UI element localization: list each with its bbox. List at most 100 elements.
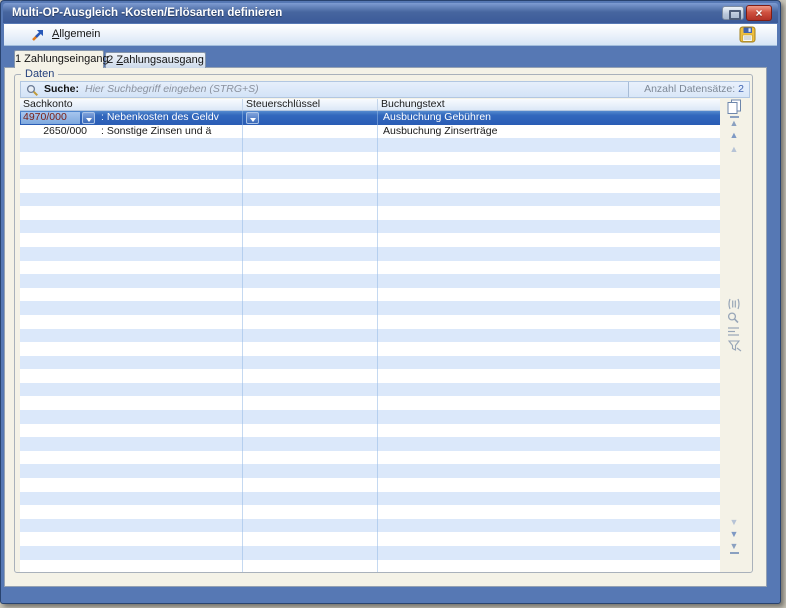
buchungstext-cell[interactable] xyxy=(378,288,720,302)
steuerschluessel-cell[interactable] xyxy=(243,424,378,438)
buchungstext-cell[interactable] xyxy=(378,152,720,166)
sachkonto-cell[interactable] xyxy=(20,233,243,247)
save-button[interactable] xyxy=(739,26,756,43)
steuerschluessel-cell[interactable] xyxy=(243,505,378,519)
search-bar[interactable]: Suche: Hier Suchbegriff eingeben (STRG+S… xyxy=(20,81,750,98)
buchungstext-cell[interactable] xyxy=(378,206,720,220)
steuerschluessel-cell[interactable] xyxy=(243,247,378,261)
sum-rows-icon[interactable] xyxy=(726,326,742,337)
buchungstext-cell[interactable] xyxy=(378,560,720,572)
buchungstext-cell[interactable] xyxy=(378,383,720,397)
table-row-empty[interactable] xyxy=(20,329,720,343)
steuerschluessel-cell[interactable] xyxy=(243,315,378,329)
table-row-empty[interactable] xyxy=(20,505,720,519)
table-row-empty[interactable] xyxy=(20,410,720,424)
buchungstext-cell[interactable] xyxy=(378,478,720,492)
table-row-empty[interactable] xyxy=(20,193,720,207)
table-row-empty[interactable] xyxy=(20,532,720,546)
table-row-empty[interactable] xyxy=(20,369,720,383)
steuerschluessel-cell[interactable] xyxy=(243,532,378,546)
account-combo-editor[interactable]: 4970/000 xyxy=(21,112,80,124)
table-row[interactable]: 4970/000: Nebenkosten des GeldvAusbuchun… xyxy=(20,111,720,125)
allgemein-button[interactable]: Allgemein xyxy=(52,28,100,40)
sachkonto-cell[interactable] xyxy=(20,437,243,451)
buchungstext-cell[interactable] xyxy=(378,451,720,465)
sachkonto-cell[interactable] xyxy=(20,247,243,261)
buchungstext-cell[interactable] xyxy=(378,220,720,234)
table-row-empty[interactable] xyxy=(20,519,720,533)
sachkonto-cell[interactable] xyxy=(20,288,243,302)
steuerschluessel-cell[interactable] xyxy=(243,451,378,465)
steuerschluessel-cell[interactable] xyxy=(243,492,378,506)
buchungstext-cell[interactable] xyxy=(378,179,720,193)
steuerschluessel-cell[interactable] xyxy=(243,138,378,152)
column-header-sachkonto[interactable]: Sachkonto xyxy=(20,99,243,110)
steuerschluessel-cell[interactable] xyxy=(243,519,378,533)
sachkonto-cell[interactable] xyxy=(20,274,243,288)
sachkonto-cell[interactable] xyxy=(20,451,243,465)
steuerschluessel-cell[interactable] xyxy=(243,261,378,275)
steuerschluessel-cell[interactable] xyxy=(243,464,378,478)
buchungstext-cell[interactable] xyxy=(378,329,720,343)
sachkonto-cell[interactable] xyxy=(20,492,243,506)
table-row-empty[interactable] xyxy=(20,206,720,220)
table-row-empty[interactable] xyxy=(20,383,720,397)
steuerschluessel-cell[interactable] xyxy=(243,233,378,247)
steuerschluessel-cell[interactable] xyxy=(243,193,378,207)
sachkonto-cell[interactable] xyxy=(20,179,243,193)
table-row-empty[interactable] xyxy=(20,396,720,410)
sachkonto-cell[interactable] xyxy=(20,410,243,424)
steuerschluessel-cell[interactable] xyxy=(243,165,378,179)
sachkonto-cell[interactable] xyxy=(20,356,243,370)
column-width-icon[interactable] xyxy=(726,298,742,310)
page-up-button[interactable]: ▲ xyxy=(726,145,742,154)
sachkonto-cell[interactable] xyxy=(20,464,243,478)
buchungstext-cell[interactable] xyxy=(378,519,720,533)
table-row-empty[interactable] xyxy=(20,464,720,478)
move-up-button[interactable]: ▲ xyxy=(726,131,742,140)
sachkonto-cell[interactable] xyxy=(20,261,243,275)
table-row-empty[interactable] xyxy=(20,356,720,370)
buchungstext-cell[interactable] xyxy=(378,464,720,478)
sachkonto-cell[interactable] xyxy=(20,315,243,329)
table-row-empty[interactable] xyxy=(20,138,720,152)
sachkonto-cell[interactable] xyxy=(20,478,243,492)
buchungstext-cell[interactable] xyxy=(378,396,720,410)
steuerschluessel-cell[interactable] xyxy=(243,152,378,166)
table-row-empty[interactable] xyxy=(20,301,720,315)
steuerschluessel-cell[interactable] xyxy=(243,396,378,410)
maximize-button[interactable] xyxy=(722,6,744,20)
copy-icon[interactable] xyxy=(726,99,743,115)
column-header-buchungstext[interactable]: Buchungstext xyxy=(378,99,720,110)
steuerschluessel-cell[interactable] xyxy=(243,410,378,424)
buchungstext-cell[interactable] xyxy=(378,274,720,288)
buchungstext-cell[interactable] xyxy=(378,261,720,275)
table-row-empty[interactable] xyxy=(20,478,720,492)
buchungstext-cell[interactable] xyxy=(378,546,720,560)
taxkey-dropdown-button[interactable] xyxy=(246,112,259,124)
steuerschluessel-cell[interactable] xyxy=(243,206,378,220)
sachkonto-cell[interactable] xyxy=(20,165,243,179)
table-row-empty[interactable] xyxy=(20,424,720,438)
sachkonto-cell[interactable] xyxy=(20,505,243,519)
buchungstext-cell[interactable] xyxy=(378,233,720,247)
buchungstext-cell[interactable]: Ausbuchung Zinserträge xyxy=(378,125,720,139)
table-row[interactable]: 2650/000: Sonstige Zinsen und ä Ausbuchun… xyxy=(20,125,720,139)
page-down-button[interactable]: ▼ xyxy=(726,518,742,527)
sachkonto-cell[interactable] xyxy=(20,424,243,438)
table-row-empty[interactable] xyxy=(20,233,720,247)
sachkonto-cell[interactable] xyxy=(20,138,243,152)
move-down-button[interactable]: ▼ xyxy=(726,530,742,539)
sachkonto-cell[interactable] xyxy=(20,220,243,234)
sachkonto-cell[interactable]: 2650/000: Sonstige Zinsen und ä xyxy=(20,125,243,139)
buchungstext-cell[interactable] xyxy=(378,492,720,506)
filter-icon[interactable] xyxy=(726,339,742,352)
sachkonto-cell[interactable] xyxy=(20,369,243,383)
buchungstext-cell[interactable] xyxy=(378,356,720,370)
sachkonto-cell[interactable] xyxy=(20,383,243,397)
table-row-empty[interactable] xyxy=(20,274,720,288)
steuerschluessel-cell[interactable] xyxy=(243,274,378,288)
scroll-to-bottom-button[interactable]: ▼ xyxy=(726,542,742,554)
sachkonto-cell[interactable] xyxy=(20,193,243,207)
table-row-empty[interactable] xyxy=(20,315,720,329)
